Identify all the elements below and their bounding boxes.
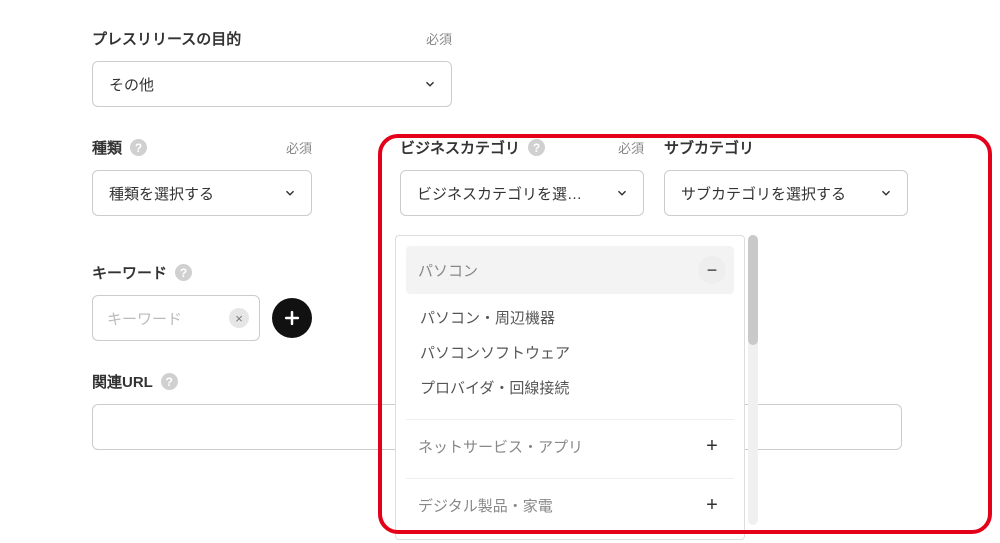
plus-icon[interactable]: + [698,432,726,460]
required-badge: 必須 [588,138,644,157]
add-keyword-button[interactable] [272,298,312,338]
keyword-placeholder: キーワード [107,308,229,329]
type-value: 種類を選択する [109,183,214,204]
keyword-input[interactable]: キーワード × [92,295,260,341]
business-category-dropdown: パソコン − パソコン・周辺機器 パソコンソフトウェア プロバイダ・回線接続 ネ… [395,235,760,540]
business-category-label: ビジネスカテゴリ [400,137,520,158]
minus-icon[interactable]: − [698,256,726,284]
scrollbar-thumb[interactable] [748,235,758,345]
category-scrollbar[interactable] [748,235,760,540]
chevron-down-icon [879,186,893,200]
chevron-down-icon [283,186,297,200]
category-group-header[interactable]: ネットサービス・アプリ + [406,422,734,470]
type-select[interactable]: 種類を選択する [92,170,312,216]
divider [406,419,734,420]
required-badge: 必須 [256,138,312,157]
category-item[interactable]: パソコン・周辺機器 [420,300,734,335]
required-badge: 必須 [396,29,452,48]
type-field: 種類 ? 必須 種類を選択する [92,137,312,216]
divider [406,478,734,479]
chevron-down-icon [615,186,629,200]
purpose-field: プレスリリースの目的 必須 その他 [92,28,908,107]
category-panel[interactable]: パソコン − パソコン・周辺機器 パソコンソフトウェア プロバイダ・回線接続 ネ… [395,235,745,540]
sub-category-label: サブカテゴリ [664,137,754,158]
category-group-header[interactable]: デジタル製品・家電 + [406,481,734,529]
help-icon[interactable]: ? [161,373,178,390]
business-category-select[interactable]: ビジネスカテゴリを選… [400,170,644,216]
related-url-label: 関連URL [92,371,153,392]
plus-icon[interactable]: + [698,491,726,519]
category-item[interactable]: パソコンソフトウェア [420,335,734,370]
business-category-field: ビジネスカテゴリ ? 必須 ビジネスカテゴリを選… [400,137,644,216]
type-label: 種類 [92,137,122,158]
clear-icon[interactable]: × [229,308,249,328]
sub-category-value: サブカテゴリを選択する [681,183,846,204]
category-item[interactable]: プロバイダ・回線接続 [420,370,734,405]
help-icon[interactable]: ? [528,139,545,156]
category-group-title: ネットサービス・アプリ [418,436,583,457]
keyword-label: キーワード [92,262,167,283]
category-group-header[interactable]: パソコン − [406,246,734,294]
chevron-down-icon [423,77,437,91]
category-group-title: デジタル製品・家電 [418,495,553,516]
category-group-title: パソコン [418,260,478,281]
purpose-value: その他 [109,74,154,95]
sub-category-select[interactable]: サブカテゴリを選択する [664,170,908,216]
purpose-select[interactable]: その他 [92,61,452,107]
help-icon[interactable]: ? [130,139,147,156]
business-category-value: ビジネスカテゴリを選… [417,183,582,204]
sub-category-field: サブカテゴリ サブカテゴリを選択する [664,137,908,216]
purpose-label: プレスリリースの目的 [92,28,241,49]
help-icon[interactable]: ? [175,264,192,281]
